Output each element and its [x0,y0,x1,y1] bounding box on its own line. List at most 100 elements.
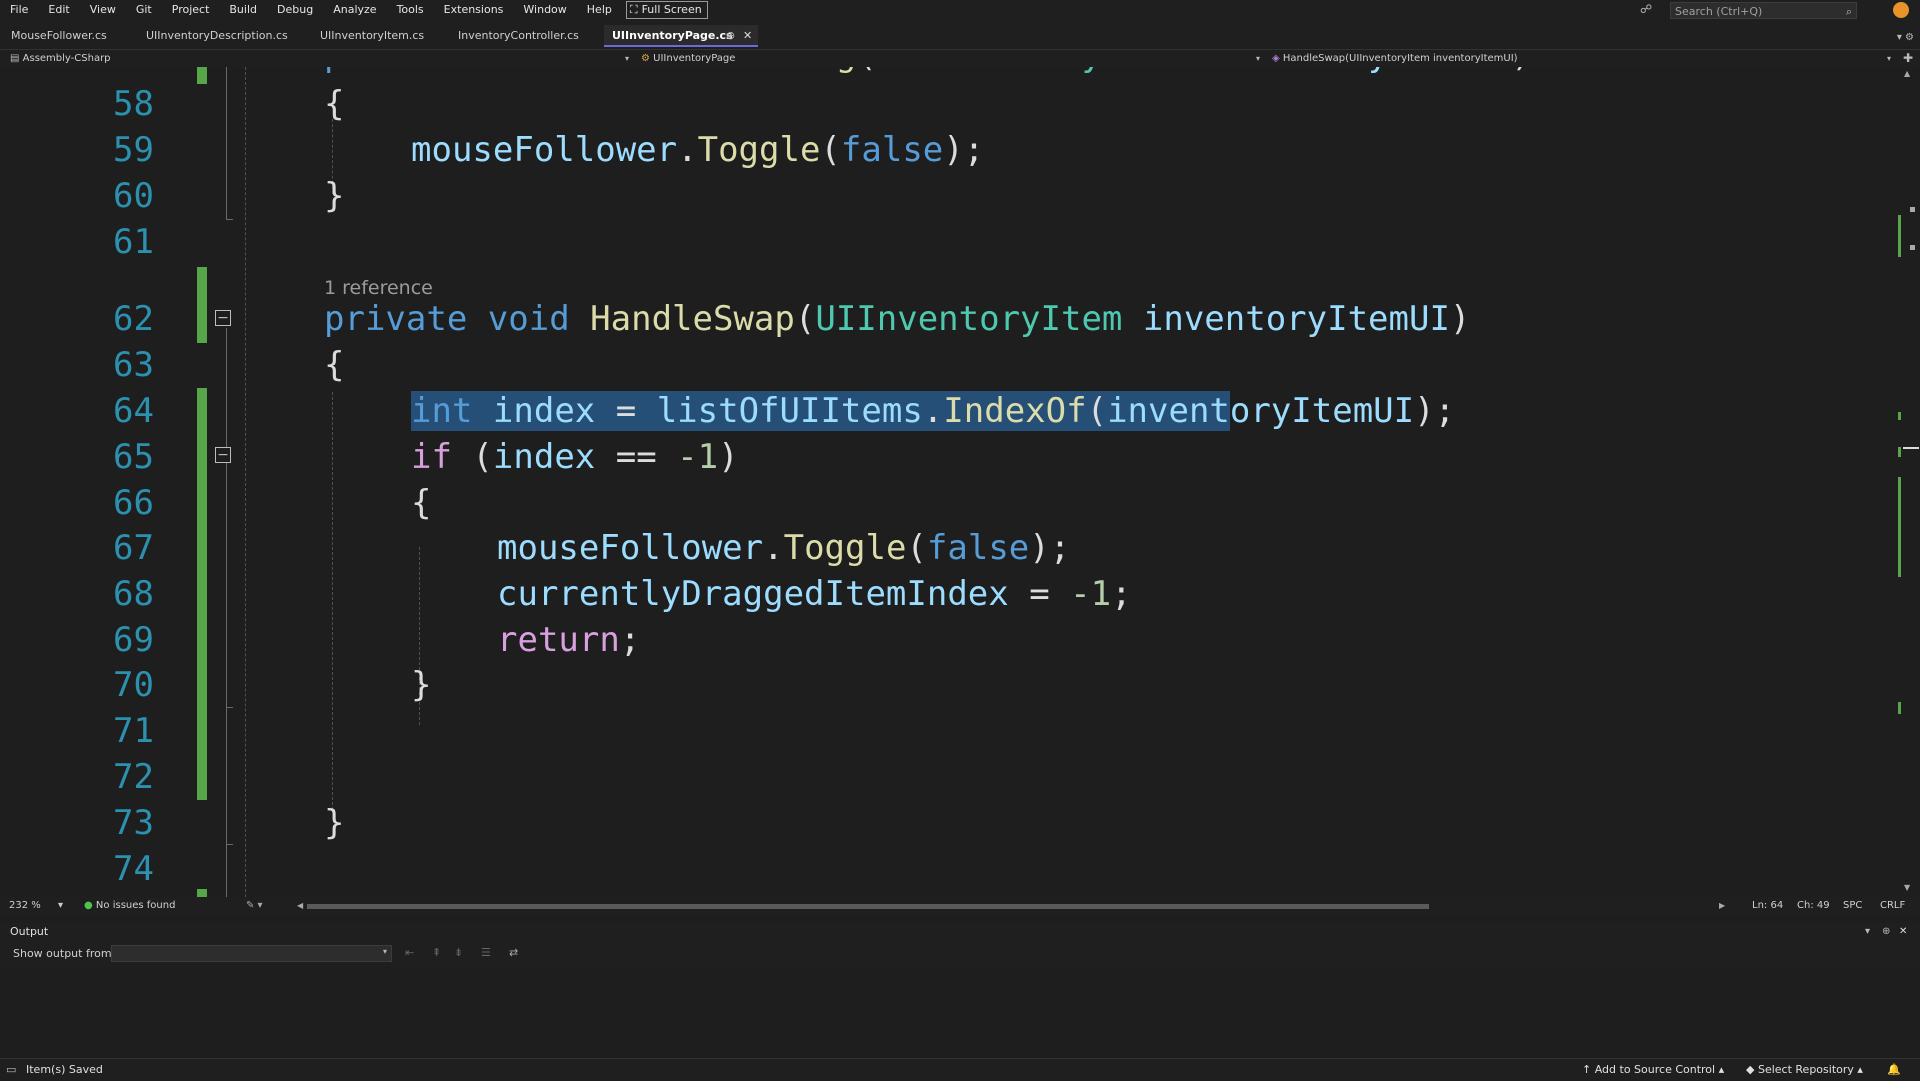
pin-icon[interactable]: ⊕ [726,29,735,42]
codelens-references[interactable]: 1 reference [324,277,433,299]
line-number: 59 [113,130,154,170]
chevron-down-icon[interactable]: ▾ [1887,50,1891,67]
full-screen-label: Full Screen [641,3,702,16]
change-bar [197,67,207,84]
code-line-73: } [324,803,345,843]
column-indicator[interactable]: Ch: 49 [1797,897,1830,915]
repository-icon: ◆ [1746,1063,1755,1076]
menu-view[interactable]: View [80,0,126,20]
notifications-icon[interactable]: 🔔 [1887,1059,1901,1081]
line-number: 74 [113,849,154,889]
chevron-down-icon[interactable]: ▾ [625,50,629,67]
tab-inventorycontroller[interactable]: InventoryController.cs [458,29,579,42]
code-line-69: return; [497,620,641,660]
menu-extensions[interactable]: Extensions [434,0,514,20]
menu-edit[interactable]: Edit [38,0,79,20]
menu-analyze[interactable]: Analyze [323,0,386,20]
line-indicator[interactable]: Ln: 64 [1752,897,1783,915]
line-number: 71 [113,711,154,751]
line-number: 65 [113,437,154,477]
close-tab-icon[interactable]: ✕ [743,29,752,42]
next-message-icon[interactable]: ⇟ [454,946,463,959]
clear-all-icon[interactable]: ☰ [481,946,491,959]
outline-end-tick [226,844,233,845]
margin-guide [245,67,246,897]
feedback-icon[interactable]: ☍ [1640,2,1652,16]
tab-overflow-icon[interactable]: ▾ ⚙ [1897,32,1914,43]
collapse-toggle[interactable]: − [215,447,231,463]
csharp-project-icon: ▤ [10,53,20,64]
outline-line [226,328,227,897]
document-tab-bar: MouseFollower.cs UIInventoryDescription.… [0,20,1920,47]
status-message: Item(s) Saved [26,1063,103,1076]
menu-window[interactable]: Window [513,0,576,20]
word-wrap-icon[interactable]: ⇄ [509,946,518,959]
member-dropdown[interactable]: ◈ HandleSwap(UIInventoryItem inventoryIt… [1272,50,1518,67]
scroll-marker [1910,245,1915,250]
menu-debug[interactable]: Debug [267,0,323,20]
tab-mousefollower[interactable]: MouseFollower.cs [11,29,107,42]
code-line-62: private void HandleSwap(UIInventoryItem … [324,299,1471,339]
output-source-select[interactable]: ▾ [111,945,392,962]
project-name: Assembly-CSharp [22,53,111,64]
full-screen-button[interactable]: ⛶ Full Screen [625,1,708,19]
collapse-toggle[interactable]: − [215,310,231,326]
line-number: 72 [113,757,154,797]
project-dropdown[interactable]: ▤ Assembly-CSharp [10,50,111,67]
line-number: 60 [113,176,154,216]
search-input[interactable]: Search (Ctrl+Q) ⌕ [1670,2,1857,19]
menu-build[interactable]: Build [219,0,267,20]
issues-indicator[interactable]: ● No issues found [84,897,175,915]
select-repository-button[interactable]: ◆ Select Repository ▴ [1746,1059,1863,1081]
panel-options-icon[interactable]: ▾ [1865,923,1870,941]
chevron-down-icon[interactable]: ▾ [1256,50,1260,67]
horizontal-scrollbar-thumb[interactable] [307,904,1429,909]
code-editor[interactable]: − − 57 58 59 60 61 62 63 64 65 66 67 68 … [0,67,1900,897]
menu-project[interactable]: Project [162,0,220,20]
output-text-area[interactable] [7,967,1912,1053]
close-icon[interactable]: ✕ [1899,923,1907,941]
whitespace-indicator[interactable]: SPC [1843,897,1862,915]
code-line-65: if (index == -1) [411,437,739,477]
account-avatar-icon[interactable] [1893,2,1909,18]
add-to-source-control-button[interactable]: ↑ Add to Source Control ▴ [1582,1059,1724,1081]
show-output-label: Show output from: [13,947,116,960]
check-circle-icon: ● [84,900,93,911]
tab-uiinventorypage[interactable]: UIInventoryPage.cs ⊕ ✕ [604,25,758,47]
scroll-left-icon[interactable]: ◀ [297,897,303,915]
outline-end-tick [226,219,233,220]
tab-uiinventoryitem[interactable]: UIInventoryItem.cs [320,29,424,42]
tab-uiinventorydescription[interactable]: UIInventoryDescription.cs [146,29,288,42]
split-window-icon[interactable]: ✚ [1903,50,1913,67]
status-bar: ▭ Item(s) Saved ↑ Add to Source Control … [0,1058,1920,1081]
menu-file[interactable]: File [0,0,38,20]
code-cleanup-icon[interactable]: ✎ ▾ [246,897,263,915]
code-line-58: { [324,84,345,124]
method-icon: ◈ [1272,53,1280,64]
member-name: HandleSwap(UIInventoryItem inventoryItem… [1282,53,1518,64]
code-line-63: { [324,345,345,385]
menu-git[interactable]: Git [126,0,162,20]
code-line-60: } [324,176,345,216]
code-line-70: } [411,665,432,705]
line-ending-indicator[interactable]: CRLF [1880,897,1905,915]
menu-tools[interactable]: Tools [387,0,434,20]
vertical-scrollbar[interactable]: ▲ ▼ [1896,67,1920,897]
tab-label: UIInventoryPage.cs [612,29,733,42]
menu-help[interactable]: Help [577,0,622,20]
zoom-dropdown[interactable]: 232 % ▾ [9,897,63,915]
previous-message-icon[interactable]: ⇞ [432,946,441,959]
type-dropdown[interactable]: ⚙ UIInventoryPage [641,50,735,67]
output-toolbar: Show output from: ▾ ⇤ ⇞ ⇟ ☰ ⇄ [0,941,1920,967]
line-number: 67 [113,528,154,568]
scroll-down-icon[interactable]: ▼ [1904,883,1910,892]
scroll-right-icon[interactable]: ▶ [1719,897,1725,915]
code-line-67: mouseFollower.Toggle(false); [497,528,1071,568]
status-icon: ▭ [6,1063,17,1076]
scroll-up-icon[interactable]: ▲ [1904,69,1910,78]
pin-icon[interactable]: ⊕ [1882,923,1890,941]
line-number: 61 [113,222,154,262]
find-message-icon[interactable]: ⇤ [405,946,414,959]
outline-end-tick [226,707,233,708]
fullscreen-icon: ⛶ [629,3,638,16]
